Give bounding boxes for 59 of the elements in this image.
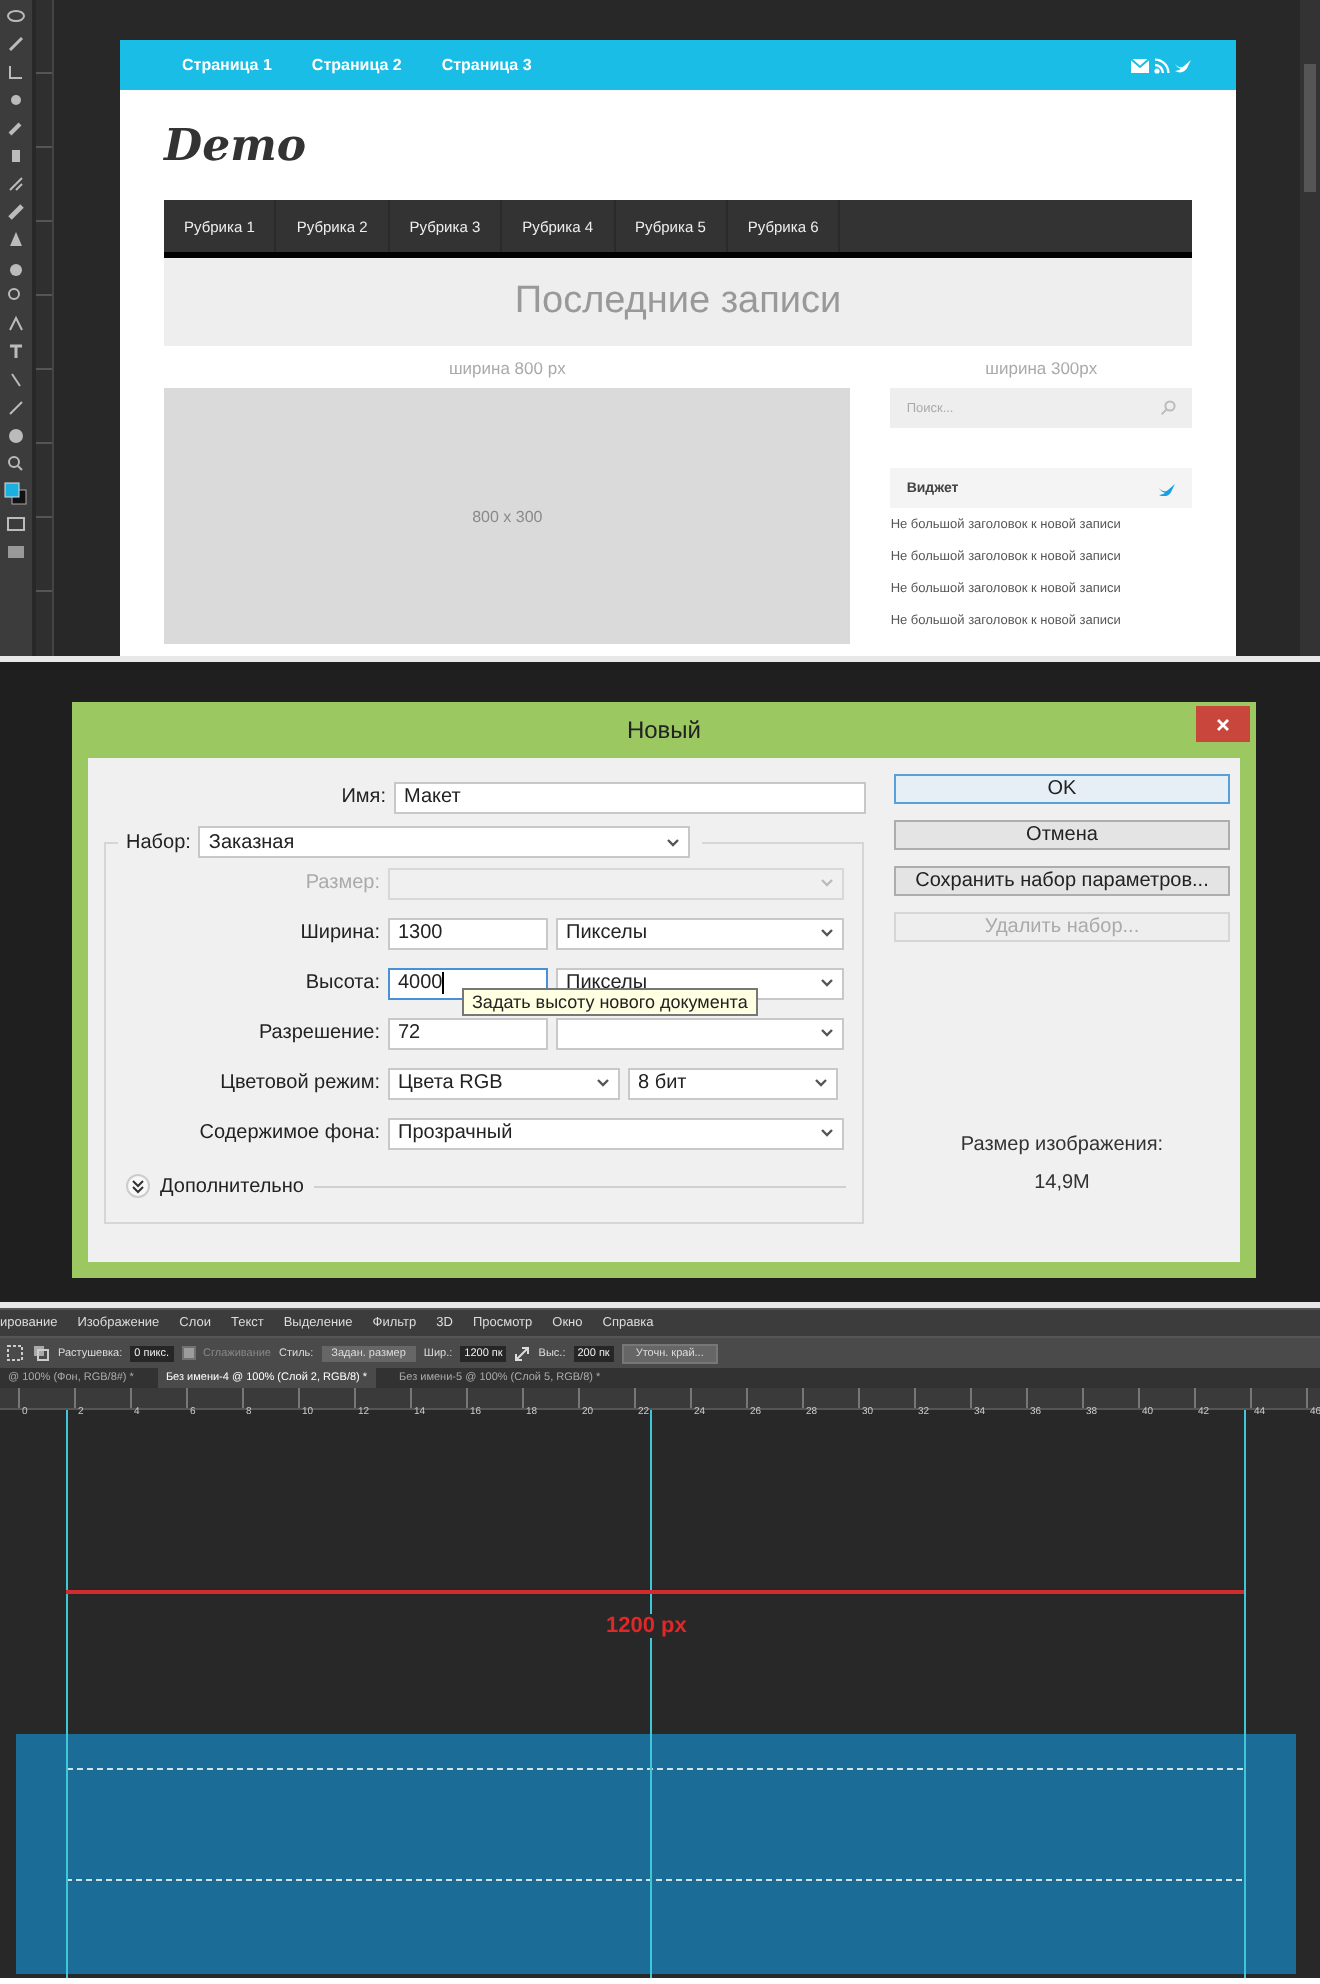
dialog-button[interactable]: Сохранить набор параметров...: [894, 866, 1230, 896]
tool-icon: [6, 454, 26, 474]
placeholder-text: 800 х 300: [472, 507, 543, 525]
width-label: ширина 800 px: [446, 355, 568, 382]
input-field[interactable]: Макет: [394, 781, 866, 813]
tool-icon: [6, 174, 26, 194]
tooltip: Задать высоту нового документа: [462, 988, 758, 1016]
image-size-value: 14,9M: [1034, 1172, 1090, 1194]
chevron-icon: [820, 978, 834, 988]
scrollbar[interactable]: [1300, 0, 1320, 656]
logo: Demo: [164, 119, 307, 171]
guide-line[interactable]: [650, 1410, 652, 1978]
color-swatch-icon: [4, 482, 28, 506]
field-label: Разрешение:: [256, 1022, 380, 1044]
dropdown[interactable]: 8 бит: [628, 1067, 838, 1099]
field-label: Имя:: [339, 786, 386, 808]
dropdown[interactable]: Цвета RGB: [388, 1067, 620, 1099]
close-icon: [1216, 717, 1230, 731]
dropdown[interactable]: Заказная: [198, 826, 691, 858]
dropdown[interactable]: [556, 1017, 844, 1049]
dialog-button[interactable]: OK: [894, 774, 1230, 804]
chevron-icon: [596, 1078, 610, 1088]
mask-icon: [6, 514, 26, 534]
dropdown[interactable]: Пикселы: [556, 917, 844, 949]
image-size-label: Размер изображения:: [960, 1134, 1164, 1156]
measure-label: 1200 px: [602, 1614, 691, 1638]
chevron-icon: [820, 878, 834, 888]
bird-icon: [1158, 481, 1176, 495]
width-label: ширина 300px: [983, 355, 1100, 382]
chevron-icon: [666, 837, 681, 847]
expand-button[interactable]: [126, 1174, 150, 1198]
field-label: Размер:: [303, 872, 380, 894]
chevron-icon: [820, 928, 834, 938]
dropdown[interactable]: Прозрачный: [388, 1117, 844, 1149]
chevron-icon: [814, 1078, 828, 1088]
banner-title: Последние записи: [514, 280, 842, 324]
double-chevron-icon: [130, 1178, 146, 1194]
section-label: Дополнительно: [160, 1175, 304, 1197]
window-title: Новый: [626, 716, 702, 744]
dialog-button[interactable]: Отмена: [894, 820, 1230, 850]
rss-icon: [1154, 57, 1170, 73]
input-field[interactable]: 72: [388, 1017, 548, 1049]
input-field[interactable]: 1300: [388, 917, 548, 949]
screen-mode-icon: [6, 542, 26, 562]
field-label: Содержимое фона:: [197, 1122, 380, 1144]
tool-icon: [6, 342, 26, 362]
bird-icon: [1174, 57, 1192, 73]
field-label: Высота:: [303, 972, 380, 994]
marquee-tool-icon: [6, 1344, 24, 1362]
field-label: Ширина:: [298, 922, 380, 944]
swap-icon: [514, 1345, 531, 1361]
chevron-icon: [820, 1128, 834, 1138]
field-label: Цветовой режим:: [218, 1072, 380, 1094]
search-icon: [1160, 400, 1176, 416]
field-label: Набор:: [126, 831, 191, 853]
selection-mode-icon: [32, 1344, 50, 1362]
close-button[interactable]: [1196, 706, 1250, 742]
mail-icon: [1130, 57, 1150, 73]
chevron-icon: [820, 1028, 834, 1038]
